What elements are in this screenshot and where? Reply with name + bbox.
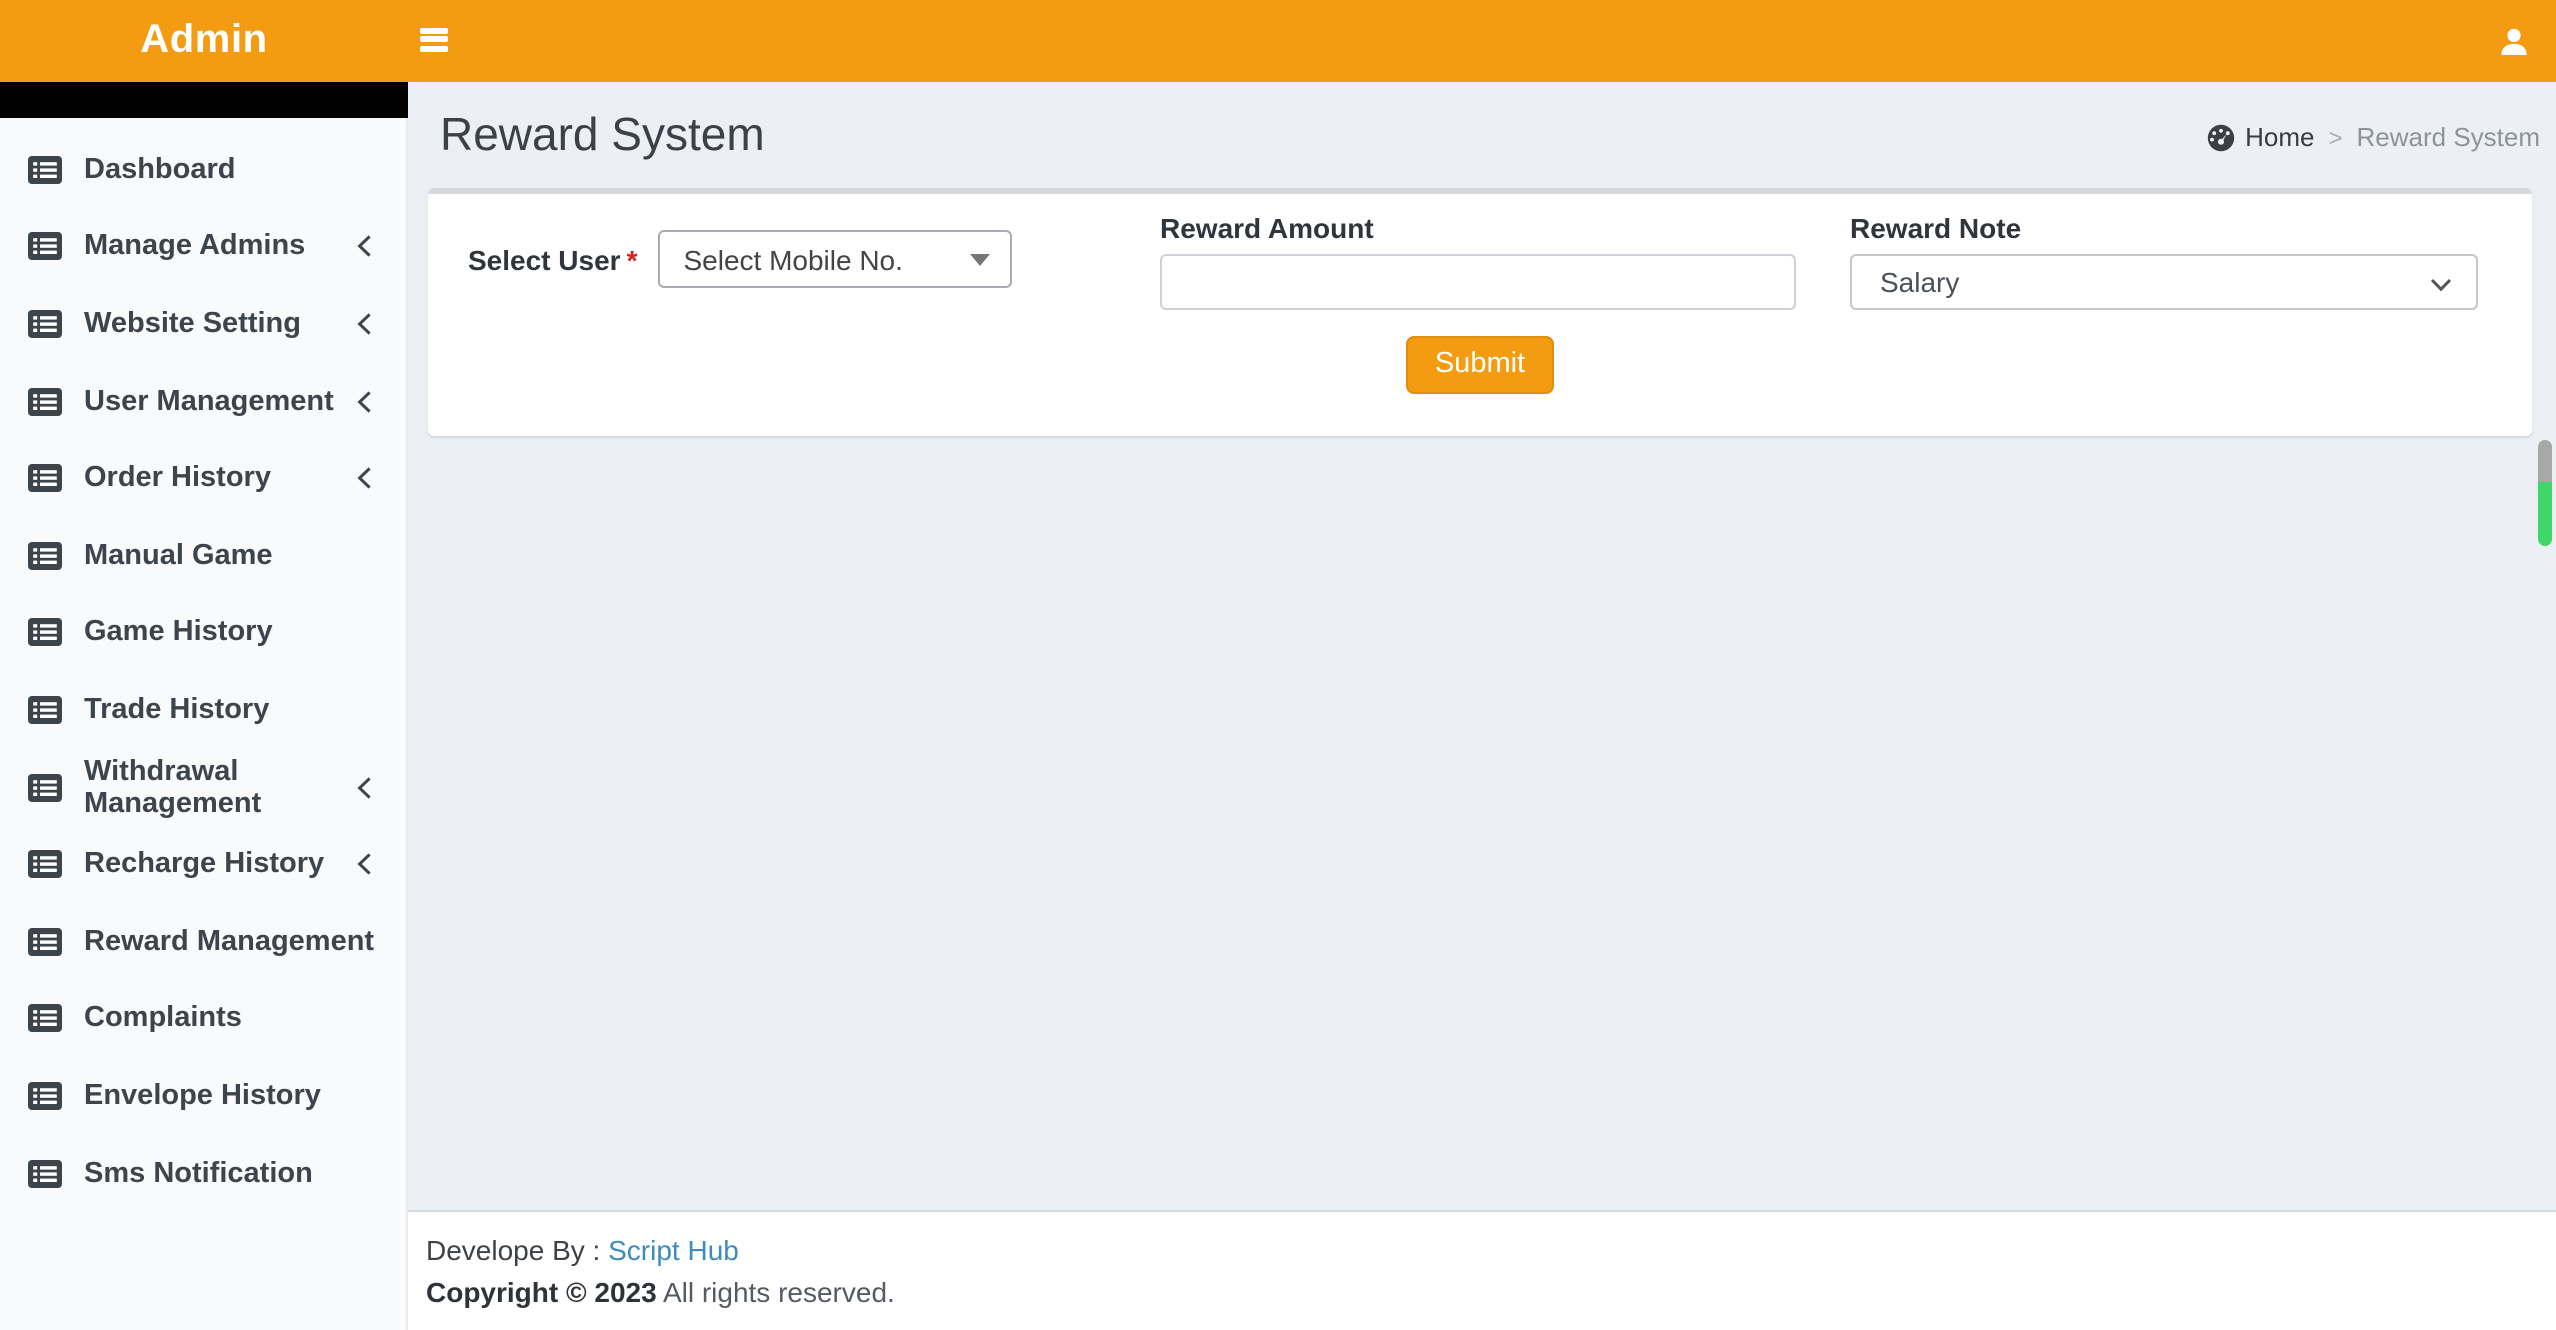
footer: Develope By : Script Hub Copyright © 202…	[408, 1210, 2556, 1330]
sidebar-item-withdrawal-management[interactable]: Withdrawal Management	[0, 749, 406, 826]
developer-credit: Develope By : Script Hub	[426, 1234, 739, 1266]
sidebar-item-label: Complaints	[84, 1002, 242, 1035]
list-alt-icon	[28, 773, 62, 802]
sidebar-item-envelope-history[interactable]: Envelope History	[0, 1057, 406, 1134]
select-user-value: Select Mobile No.	[683, 243, 903, 275]
submit-button[interactable]: Submit	[1406, 336, 1554, 394]
sidebar-item-label: Website Setting	[84, 307, 301, 340]
list-alt-icon	[28, 695, 62, 724]
sidebar-item-label: Envelope History	[84, 1079, 321, 1112]
sidebar-item-website-setting[interactable]: Website Setting	[0, 285, 406, 362]
reward-form-card: Select User * Select Mobile No. Reward Am…	[428, 188, 2532, 436]
dashboard-icon	[2205, 123, 2235, 151]
reward-amount-field: Reward Amount	[1160, 208, 1850, 310]
reward-form-body: Select User * Select Mobile No. Reward Am…	[428, 194, 2532, 394]
sidebar-item-complaints[interactable]: Complaints	[0, 980, 406, 1057]
sidebar-item-label: Game History	[84, 616, 273, 649]
chevron-left-icon	[356, 466, 372, 490]
reward-note-field: Reward Note Salary	[1850, 208, 2492, 310]
list-alt-icon	[28, 850, 62, 879]
required-asterisk: *	[626, 243, 638, 275]
list-alt-icon	[28, 232, 62, 261]
sidebar-item-label: Dashboard	[84, 153, 236, 186]
reward-note-select[interactable]: Salary	[1850, 254, 2478, 310]
scrollbar-thumb-gray	[2538, 440, 2552, 482]
chevron-left-icon	[356, 852, 372, 876]
sidebar-item-label: Order History	[84, 462, 271, 495]
reward-amount-input[interactable]	[1160, 254, 1796, 310]
sidebar-item-label: Reward Management	[84, 925, 375, 958]
sidebar-item-manage-admins[interactable]: Manage Admins	[0, 208, 406, 285]
script-hub-link[interactable]: Script Hub	[608, 1234, 739, 1266]
list-alt-icon	[28, 541, 62, 570]
list-alt-icon	[28, 387, 62, 416]
sidebar-item-label: Trade History	[84, 693, 270, 726]
list-alt-icon	[28, 464, 62, 493]
list-alt-icon	[28, 1159, 62, 1188]
list-alt-icon	[28, 927, 62, 956]
hamburger-icon[interactable]	[420, 28, 448, 54]
brand-logo[interactable]: Admin	[0, 0, 408, 82]
select-user-field: Select User * Select Mobile No.	[468, 208, 1160, 310]
list-alt-icon	[28, 1081, 62, 1110]
caret-down-icon	[969, 254, 990, 266]
top-navbar: Admin	[0, 0, 2556, 82]
list-alt-icon	[28, 618, 62, 647]
select-user-dropdown[interactable]: Select Mobile No.	[657, 230, 1012, 288]
chevron-left-icon	[356, 235, 372, 259]
user-icon[interactable]	[2498, 26, 2530, 58]
page-title: Reward System	[440, 108, 765, 160]
sidebar-item-sms-notification[interactable]: Sms Notification	[0, 1134, 406, 1211]
sidebar-item-manual-game[interactable]: Manual Game	[0, 517, 406, 594]
select-user-label: Select User *	[468, 243, 638, 275]
sidebar-item-label: Recharge History	[84, 848, 325, 881]
chevron-left-icon	[356, 389, 372, 413]
list-alt-icon	[28, 309, 62, 338]
list-alt-icon	[28, 1004, 62, 1033]
breadcrumb-home-link[interactable]: Home	[2245, 122, 2314, 152]
chevron-down-icon	[2430, 278, 2452, 292]
breadcrumb-separator: >	[2328, 123, 2343, 151]
scrollbar-indicator[interactable]	[2538, 440, 2552, 546]
admin-app: Admin Dashboard Manage Admins Website Se…	[0, 0, 2556, 1330]
sidebar-item-recharge-history[interactable]: Recharge History	[0, 826, 406, 903]
sidebar-item-user-management[interactable]: User Management	[0, 363, 406, 440]
reward-amount-label: Reward Amount	[1160, 212, 1374, 244]
content-header: Reward System Home > Reward System	[408, 82, 2556, 188]
scrollbar-thumb-green	[2538, 482, 2552, 546]
sidebar: Dashboard Manage Admins Website Setting …	[0, 82, 408, 1330]
chevron-left-icon	[356, 312, 372, 336]
sidebar-item-game-history[interactable]: Game History	[0, 594, 406, 671]
sidebar-item-label: User Management	[84, 385, 334, 418]
breadcrumb-current: Reward System	[2356, 122, 2541, 152]
sidebar-item-dashboard[interactable]: Dashboard	[0, 131, 406, 208]
reward-note-label: Reward Note	[1850, 212, 2022, 244]
sidebar-item-trade-history[interactable]: Trade History	[0, 671, 406, 748]
sidebar-item-reward-management[interactable]: Reward Management	[0, 903, 406, 980]
sidebar-item-order-history[interactable]: Order History	[0, 440, 406, 517]
sidebar-item-label: Sms Notification	[84, 1157, 313, 1190]
breadcrumb: Home > Reward System	[2205, 122, 2540, 152]
list-alt-icon	[28, 155, 62, 184]
sidebar-logo-strip	[0, 82, 408, 117]
reward-note-value: Salary	[1880, 266, 1960, 298]
chevron-left-icon	[356, 775, 372, 799]
sidebar-item-label: Manage Admins	[84, 230, 306, 263]
sidebar-item-label: Manual Game	[84, 539, 273, 572]
sidebar-menu: Dashboard Manage Admins Website Setting …	[0, 117, 406, 1212]
copyright-line: Copyright © 2023 All rights reserved.	[426, 1276, 895, 1308]
main-content: Reward System Home > Reward System Selec…	[408, 82, 2556, 1210]
